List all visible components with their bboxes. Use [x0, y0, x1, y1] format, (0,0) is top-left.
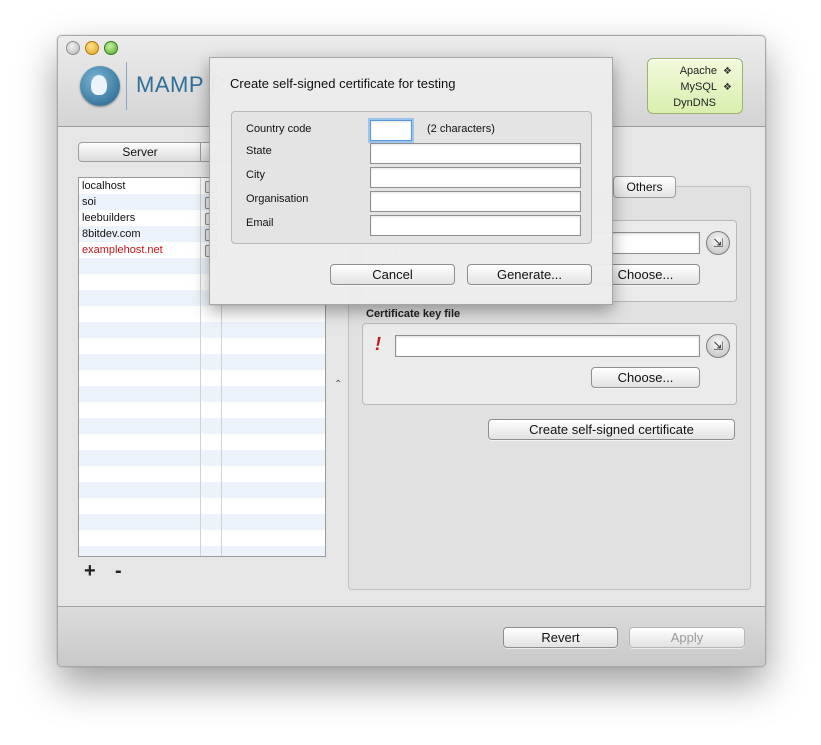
- row-stripe: [79, 386, 325, 402]
- email-label: Email: [246, 217, 274, 229]
- tab-others[interactable]: Others: [613, 176, 676, 198]
- host-name: soi: [82, 196, 97, 208]
- certificate-key-box: ! ⇲ Choose...: [362, 323, 737, 405]
- mamp-logo-icon: [80, 66, 120, 106]
- bottom-bar: Revert Apply: [58, 606, 765, 666]
- row-stripe: [79, 354, 325, 370]
- warning-icon: !: [375, 334, 381, 354]
- remove-host-button[interactable]: -: [115, 560, 122, 583]
- country-code-input[interactable]: [370, 120, 412, 141]
- close-window-button[interactable]: [66, 41, 80, 55]
- create-self-signed-certificate-button[interactable]: Create self-signed certificate: [488, 419, 735, 440]
- host-name: 8bitdev.com: [82, 228, 141, 240]
- minimize-window-button[interactable]: [85, 41, 99, 55]
- row-stripe: [79, 322, 325, 338]
- reveal-file-icon[interactable]: ⇲: [706, 231, 730, 255]
- dialog-title: Create self-signed certificate for testi…: [230, 76, 456, 91]
- status-indicator-icon: ❖: [723, 81, 732, 93]
- choose-key-button[interactable]: Choose...: [591, 367, 700, 388]
- row-stripe: [79, 482, 325, 498]
- reveal-file-icon[interactable]: ⇲: [706, 334, 730, 358]
- status-indicator-icon: ❖: [723, 65, 732, 77]
- apply-button[interactable]: Apply: [629, 627, 745, 648]
- generate-button[interactable]: Generate...: [467, 264, 592, 285]
- country-code-label: Country code: [246, 123, 312, 135]
- state-label: State: [246, 145, 272, 157]
- host-name: localhost: [82, 180, 126, 192]
- certificate-key-input[interactable]: [395, 335, 700, 357]
- server-status-panel: Apache ❖ MySQL ❖ DynDNS: [647, 58, 743, 114]
- status-mysql: MySQL ❖: [680, 81, 732, 93]
- status-label: MySQL: [680, 81, 718, 93]
- status-dyndns: DynDNS: [673, 97, 716, 109]
- row-stripe: [79, 514, 325, 530]
- organisation-label: Organisation: [246, 193, 309, 205]
- certificate-key-label: Certificate key file: [366, 308, 461, 320]
- zoom-window-button[interactable]: [104, 41, 118, 55]
- row-stripe: [79, 418, 325, 434]
- state-input[interactable]: [370, 143, 581, 164]
- status-apache: Apache ❖: [680, 65, 732, 77]
- organisation-input[interactable]: [370, 191, 581, 212]
- email-input[interactable]: [370, 215, 581, 236]
- tab-server[interactable]: Server: [78, 142, 202, 162]
- status-label: Apache: [679, 65, 718, 77]
- revert-button[interactable]: Revert: [503, 627, 618, 648]
- certificate-dialog: Create self-signed certificate for testi…: [209, 57, 613, 305]
- row-stripe: [79, 546, 325, 556]
- status-label: DynDNS: [673, 97, 716, 109]
- dialog-fields-box: Country code (2 characters) State City O…: [231, 111, 592, 244]
- host-name: leebuilders: [82, 212, 136, 224]
- add-host-button[interactable]: +: [84, 560, 96, 583]
- city-input[interactable]: [370, 167, 581, 188]
- cancel-button[interactable]: Cancel: [330, 264, 455, 285]
- split-handle-icon[interactable]: ⌃: [334, 379, 342, 390]
- city-label: City: [246, 169, 265, 181]
- country-code-hint: (2 characters): [427, 123, 495, 135]
- logo-divider: [126, 62, 127, 110]
- row-stripe: [79, 450, 325, 466]
- host-name: examplehost.net: [82, 244, 163, 256]
